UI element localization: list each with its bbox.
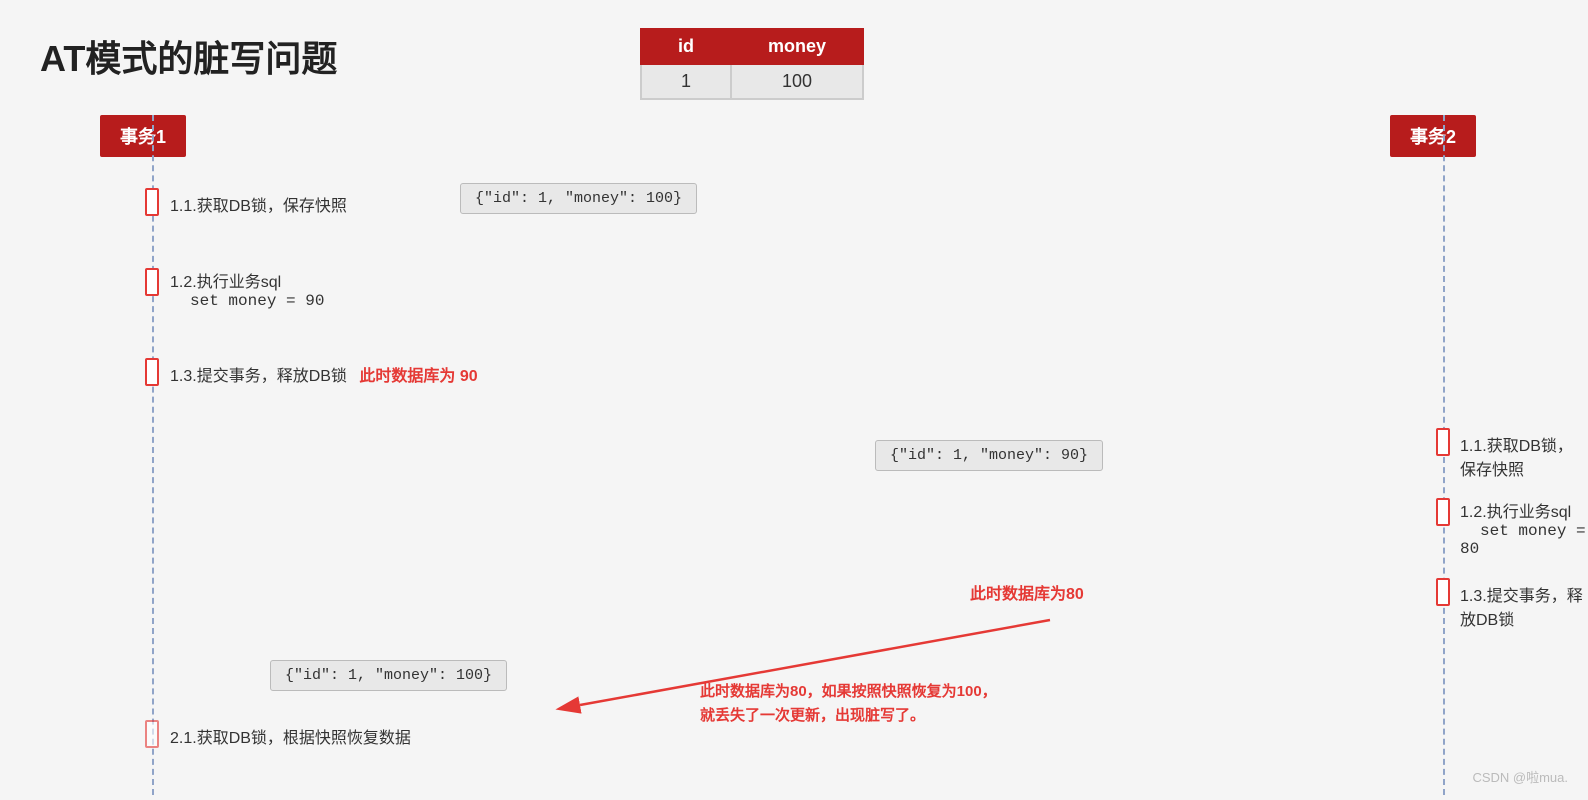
db-cell-id: 1 [641, 64, 731, 99]
tx2-step2-sql: set money = 80 [1460, 522, 1586, 558]
tx1-step2-text: 1.2.执行业务sql set money = 90 [170, 268, 324, 310]
tx1-step2-marker [145, 268, 159, 296]
tx1-step3-text: 1.3.提交事务，释放DB锁 此时数据库为 90 [170, 362, 478, 386]
db-col-id: id [641, 29, 731, 64]
tx2-step1-marker [1436, 428, 1450, 456]
tx2-step2-text: 1.2.执行业务sql set money = 80 [1460, 498, 1588, 558]
tx1-rollback-snapshot: {"id": 1, "money": 100} [270, 660, 507, 691]
tx1-db-value: 此时数据库为 90 [359, 368, 477, 385]
tx1-step1-text: 1.1.获取DB锁，保存快照 [170, 192, 347, 216]
page-title: AT模式的脏写问题 [40, 30, 337, 82]
tx2-snapshot-box: {"id": 1, "money": 90} [875, 440, 1103, 471]
tx1-step3-marker [145, 358, 159, 386]
db-cell-money: 100 [731, 64, 863, 99]
tx2-step2-marker [1436, 498, 1450, 526]
tx1-rollback-marker [145, 720, 159, 748]
tx1-step2-sql: set money = 90 [190, 292, 324, 310]
tx2-step1-text: 1.1.获取DB锁，保存快照 [1460, 432, 1588, 480]
tx2-label: 事务2 [1390, 115, 1476, 157]
tx1-rollback-text: 2.1.获取DB锁，根据快照恢复数据 [170, 724, 411, 748]
tx1-timeline [152, 115, 154, 795]
rollback-annotation: 此时数据库为80，如果按照快照恢复为100， 就丢失了一次更新，出现脏写了。 [700, 680, 997, 728]
tx1-snapshot-box: {"id": 1, "money": 100} [460, 183, 697, 214]
db-col-money: money [731, 29, 863, 64]
tx1-label: 事务1 [100, 115, 186, 157]
db-table: id money 1 100 [640, 28, 864, 100]
watermark: CSDN @啦mua. [1472, 767, 1568, 786]
tx1-step1-marker [145, 188, 159, 216]
tx2-step3-text: 1.3.提交事务，释放DB锁 [1460, 582, 1588, 630]
tx2-step3-marker [1436, 578, 1450, 606]
